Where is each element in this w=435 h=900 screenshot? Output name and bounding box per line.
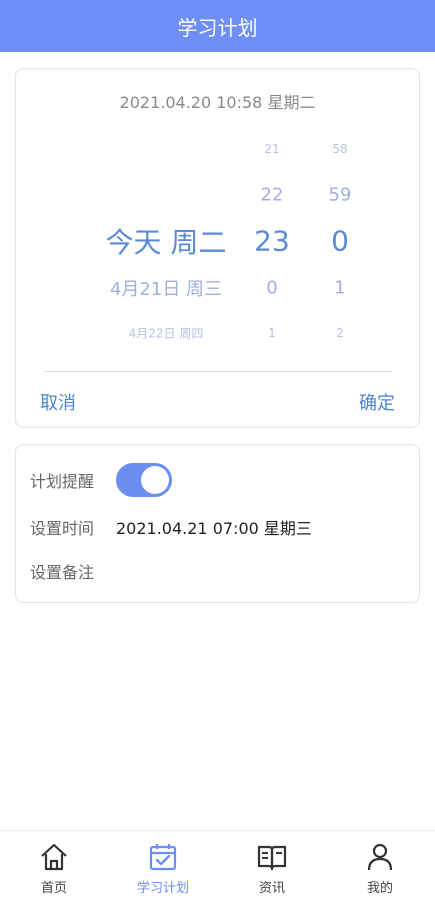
datetime-picker-card: 2021.04.20 10:58 星期二 今天 周二 4月21日 周三 4月22… bbox=[15, 68, 420, 428]
tab-label-news: 资讯 bbox=[258, 881, 285, 896]
plan-settings-card: 计划提醒 设置时间 2021.04.21 07:00 星期三 设置备注 bbox=[15, 444, 420, 603]
tab-mine[interactable]: 我的 bbox=[348, 831, 412, 900]
minute-option[interactable]: 58 bbox=[332, 142, 347, 156]
note-row[interactable]: 设置备注 bbox=[30, 559, 116, 583]
picker-wheel[interactable]: 今天 周二 4月21日 周三 4月22日 周四 21 22 23 0 1 58 … bbox=[16, 69, 419, 359]
calendar-check-icon bbox=[149, 844, 177, 871]
home-icon bbox=[41, 843, 67, 871]
reminder-label: 计划提醒 bbox=[30, 472, 95, 491]
confirm-button[interactable]: 确定 bbox=[359, 389, 395, 415]
cancel-button[interactable]: 取消 bbox=[40, 389, 76, 415]
minute-option[interactable]: 2 bbox=[336, 326, 344, 340]
minute-option-selected[interactable]: 0 bbox=[331, 225, 349, 258]
time-label: 设置时间 bbox=[30, 519, 95, 538]
tab-label-study-plan: 学习计划 bbox=[136, 881, 189, 896]
day-option[interactable]: 4月22日 周四 bbox=[129, 325, 204, 342]
hour-option[interactable]: 22 bbox=[261, 185, 284, 206]
tab-home[interactable]: 首页 bbox=[22, 831, 86, 900]
note-label: 设置备注 bbox=[30, 563, 95, 582]
page-title: 学习计划 bbox=[177, 15, 258, 40]
reminder-row: 计划提醒 bbox=[30, 463, 172, 497]
day-option[interactable]: 4月21日 周三 bbox=[110, 275, 222, 301]
book-icon bbox=[257, 845, 287, 871]
time-value[interactable]: 2021.04.21 07:00 星期三 bbox=[116, 515, 312, 539]
hour-option[interactable]: 21 bbox=[264, 142, 279, 156]
hour-option[interactable]: 1 bbox=[268, 326, 276, 340]
page-header: 学习计划 bbox=[0, 0, 435, 52]
user-icon bbox=[367, 843, 393, 871]
minute-option[interactable]: 1 bbox=[334, 278, 345, 299]
time-row[interactable]: 设置时间 2021.04.21 07:00 星期三 bbox=[30, 515, 312, 539]
toggle-knob bbox=[141, 466, 169, 494]
tab-label-mine: 我的 bbox=[366, 881, 393, 896]
picker-divider bbox=[44, 371, 392, 372]
tab-study-plan[interactable]: 学习计划 bbox=[123, 831, 203, 900]
tab-label-home: 首页 bbox=[40, 881, 67, 896]
hour-option-selected[interactable]: 23 bbox=[254, 225, 290, 258]
minute-option[interactable]: 59 bbox=[329, 185, 352, 206]
day-option-selected[interactable]: 今天 周二 bbox=[106, 221, 227, 261]
tab-news[interactable]: 资讯 bbox=[240, 831, 304, 900]
reminder-toggle[interactable] bbox=[116, 463, 172, 497]
bottom-tab-bar: 首页 学习计划 资讯 我的 bbox=[0, 830, 435, 900]
hour-option[interactable]: 0 bbox=[266, 278, 277, 299]
